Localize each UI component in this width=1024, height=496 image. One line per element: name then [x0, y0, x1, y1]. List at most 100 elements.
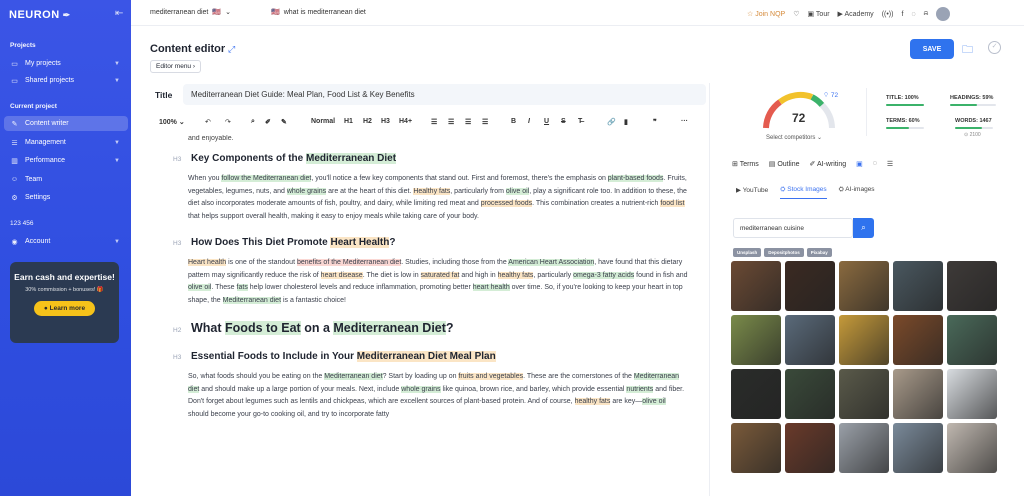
stat-terms-fill: [886, 127, 909, 129]
panel-tabs: ⊞ Terms ▤ Outline ✐ AI-writing ▣ ◌ ☰: [732, 160, 893, 168]
align-right-icon[interactable]: ☰: [465, 118, 471, 126]
image-thumbnail[interactable]: [947, 369, 997, 419]
check-circle-icon[interactable]: ✓: [988, 41, 1001, 54]
highlighter-icon[interactable]: ✎: [281, 118, 287, 126]
strikethrough-icon[interactable]: S: [561, 118, 566, 125]
select-competitors-button[interactable]: Select competitors ⌄: [766, 134, 822, 141]
tab-images-icon[interactable]: ▣: [856, 160, 863, 168]
sidebar-item-team[interactable]: ☺ Team: [4, 172, 128, 187]
image-thumbnail[interactable]: [893, 261, 943, 311]
style-normal[interactable]: Normal: [311, 118, 335, 125]
title-input[interactable]: [183, 84, 706, 105]
tab-list-icon[interactable]: ☰: [887, 160, 893, 168]
image-thumbnail[interactable]: [839, 369, 889, 419]
select-competitors-label: Select competitors: [766, 135, 816, 141]
sidebar-item-performance[interactable]: ▥ Performance ▼: [4, 153, 128, 168]
sidebar-item-label: Account: [25, 238, 51, 245]
academy-label: Academy: [844, 11, 874, 18]
heading-text: Essential Foods to Include in Your Medit…: [191, 351, 496, 362]
more-icon[interactable]: ···: [681, 118, 688, 125]
academy-link[interactable]: ▶ Academy: [838, 10, 874, 18]
style-h1[interactable]: H1: [344, 118, 353, 125]
avatar[interactable]: [936, 7, 951, 21]
sidebar-item-account[interactable]: ◉ Account ▼: [4, 234, 128, 249]
style-h4[interactable]: H4+: [399, 118, 412, 125]
quote-icon[interactable]: ❞: [653, 118, 657, 126]
zoom-select[interactable]: 100% ⌄: [159, 118, 185, 126]
tab-terms[interactable]: ⊞ Terms: [732, 160, 759, 168]
save-button[interactable]: SAVE: [910, 39, 954, 59]
tab-ai-writing[interactable]: ✐ AI-writing: [810, 160, 847, 168]
image-thumbnail[interactable]: [785, 261, 835, 311]
chip-depositphotos[interactable]: Depositphotos: [764, 248, 804, 257]
image-thumbnail[interactable]: [731, 315, 781, 365]
image-thumbnail[interactable]: [947, 315, 997, 365]
subtab-stock-images[interactable]: ⛭ Stock Images: [780, 186, 827, 199]
align-left-icon[interactable]: ☰: [431, 118, 437, 126]
chip-unsplash[interactable]: Unsplash: [733, 248, 762, 257]
image-thumbnail[interactable]: [731, 261, 781, 311]
formatting-toolbar: 100% ⌄ ↶ ↷ ⌕ ✐ ✎ Normal H1 H2 H3 H4+ ☰ ☰…: [159, 118, 694, 132]
subtab-ai-images[interactable]: ⛭ AI-images: [839, 186, 875, 199]
image-search-input[interactable]: [733, 218, 853, 238]
facebook-icon[interactable]: f: [901, 11, 903, 18]
sidebar-item-management[interactable]: ☰ Management ▼: [4, 135, 128, 150]
collapse-sidebar-icon[interactable]: ⇤: [115, 8, 123, 19]
image-thumbnail[interactable]: [785, 315, 835, 365]
sidebar: NEURON ✒ ⇤ Projects ▭ My projects ▼ ▭ Sh…: [0, 0, 131, 496]
image-thumbnail[interactable]: [893, 315, 943, 365]
bell-icon[interactable]: ⍾: [924, 10, 929, 18]
bookmark-icon[interactable]: ▮: [624, 118, 628, 126]
document-body[interactable]: and enjoyable. H3 Key Components of the …: [173, 135, 688, 496]
sidebar-item-my-projects[interactable]: ▭ My projects ▼: [4, 56, 128, 71]
style-h2[interactable]: H2: [363, 118, 372, 125]
heart-icon[interactable]: ♡: [793, 10, 799, 18]
search-icon[interactable]: ⌕: [251, 118, 255, 126]
image-thumbnail[interactable]: [785, 423, 835, 473]
image-thumbnail[interactable]: [731, 369, 781, 419]
subtab-youtube[interactable]: ▶ YouTube: [736, 186, 768, 199]
chat-icon[interactable]: ◌: [911, 11, 915, 18]
editor-menu-button[interactable]: Editor menu ›: [150, 60, 202, 73]
undo-icon[interactable]: ↶: [205, 118, 211, 126]
image-thumbnail[interactable]: [839, 315, 889, 365]
chip-pixabay[interactable]: Pixabay: [806, 248, 832, 257]
image-thumbnail[interactable]: [731, 423, 781, 473]
image-thumbnail[interactable]: [785, 369, 835, 419]
bold-icon[interactable]: B: [511, 118, 516, 125]
logo[interactable]: NEURON ✒: [9, 9, 71, 21]
style-h3[interactable]: H3: [381, 118, 390, 125]
link-icon[interactable]: 🔗: [607, 118, 616, 126]
broadcast-icon[interactable]: ((•)): [882, 11, 894, 18]
sidebar-item-content-writer[interactable]: ✎ Content writer: [4, 116, 128, 131]
expand-icon[interactable]: ⤢: [228, 44, 235, 55]
image-thumbnail[interactable]: [893, 369, 943, 419]
align-justify-icon[interactable]: ☰: [482, 118, 488, 126]
tour-link[interactable]: ▣ Tour: [807, 10, 829, 18]
sidebar-item-shared-projects[interactable]: ▭ Shared projects ▼: [4, 73, 128, 88]
italic-icon[interactable]: I: [528, 118, 530, 125]
heading-h3: H3 How Does This Diet Promote Heart Heal…: [173, 237, 688, 248]
folder-icon[interactable]: 🗀: [962, 41, 973, 60]
underline-icon[interactable]: U: [544, 118, 549, 125]
tab-chat-icon[interactable]: ◌: [873, 160, 877, 168]
sidebar-item-settings[interactable]: ⚙ Settings: [4, 190, 128, 205]
image-thumbnail[interactable]: [947, 261, 997, 311]
tab-outline[interactable]: ▤ Outline: [769, 160, 800, 168]
stat-headings-fill: [950, 104, 978, 106]
image-search-button[interactable]: ⌕: [853, 218, 874, 238]
query-selector[interactable]: 🇺🇸 what is mediterranean diet: [271, 8, 366, 17]
gauge-red-segment: [763, 99, 782, 129]
clear-format-icon[interactable]: T̶: [578, 118, 582, 125]
gear-icon: ⚙: [11, 194, 18, 202]
image-thumbnail[interactable]: [839, 261, 889, 311]
brush-icon[interactable]: ✐: [265, 118, 271, 126]
redo-icon[interactable]: ↷: [225, 118, 231, 126]
image-thumbnail[interactable]: [947, 423, 997, 473]
image-thumbnail[interactable]: [839, 423, 889, 473]
join-nqp-link[interactable]: ☆ Join NQP: [747, 10, 785, 18]
align-center-icon[interactable]: ☰: [448, 118, 454, 126]
project-selector[interactable]: mediterranean diet 🇺🇸 ⌄: [150, 8, 231, 17]
image-thumbnail[interactable]: [893, 423, 943, 473]
learn-more-button[interactable]: ● Learn more: [33, 301, 96, 316]
